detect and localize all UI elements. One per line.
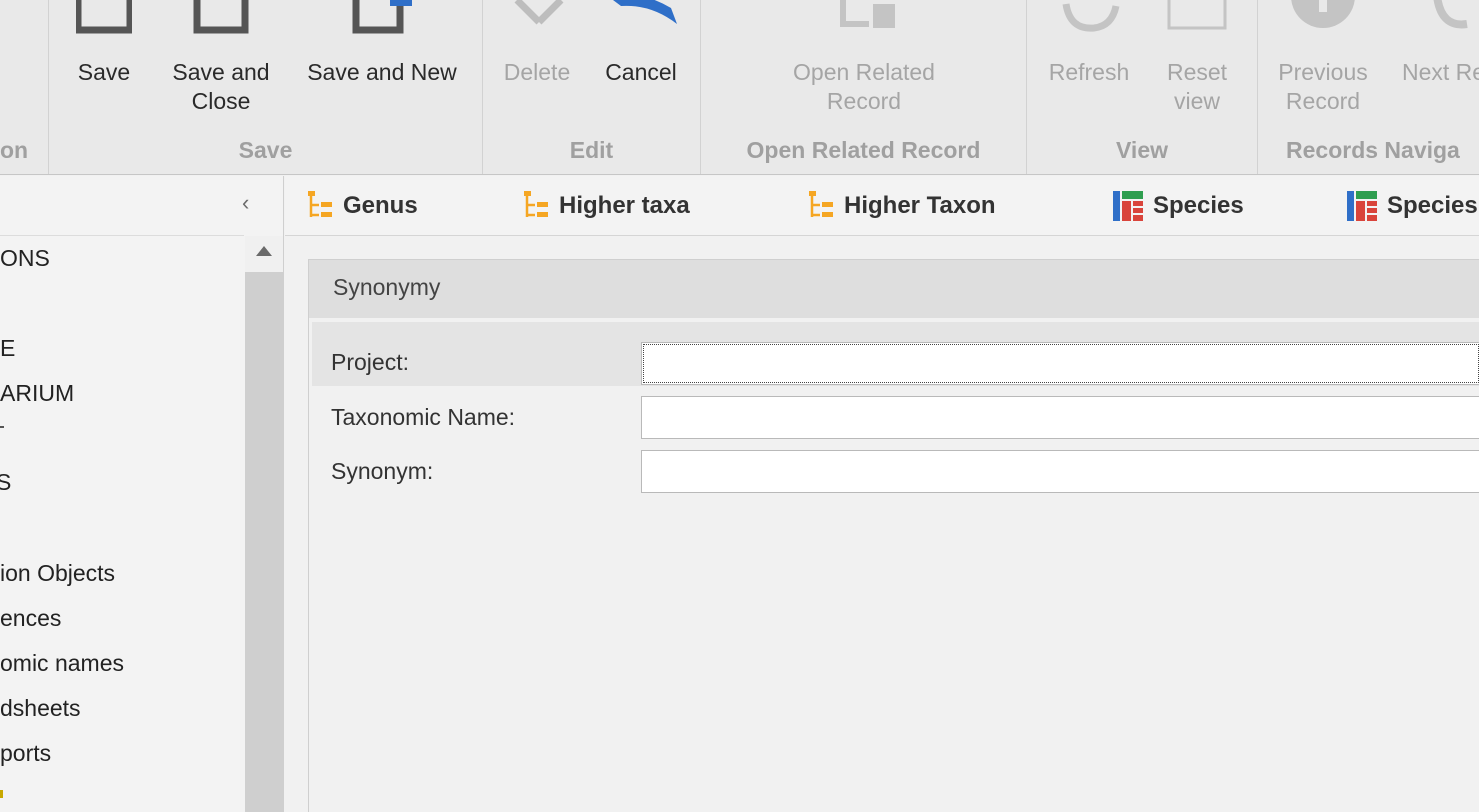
nav-item[interactable]: ports: [0, 740, 51, 767]
ribbon-group-view: Refresh Reset view View: [1027, 0, 1258, 174]
open-record-icon: [840, 0, 895, 28]
previous-record-button[interactable]: Previous Record: [1270, 0, 1376, 130]
tab-label: Higher taxa: [559, 192, 690, 219]
scrollbar-thumb[interactable]: [245, 272, 283, 812]
refresh-button[interactable]: Refresh: [1041, 0, 1137, 130]
ribbon-group-title: Edit: [569, 137, 614, 163]
taxonomy-tree-icon: [308, 191, 332, 217]
tab-label: Species: [1153, 192, 1244, 219]
tab-species-2[interactable]: Species: [1347, 188, 1478, 224]
refresh-label: Refresh: [1048, 59, 1130, 85]
save-icon: [76, 0, 132, 34]
ribbon-group-title: on: [0, 137, 29, 163]
ribbon-group-records-navigation: Previous Record Next Re Records Naviga: [1258, 0, 1479, 174]
synonym-label: Synonym:: [331, 458, 434, 484]
nav-item[interactable]: omic names: [0, 650, 124, 677]
ribbon: on Save Save and Close Save and New Save…: [0, 0, 1479, 175]
synonym-field[interactable]: [641, 450, 1479, 493]
tab-species[interactable]: Species: [1113, 188, 1244, 224]
save-and-close-button[interactable]: Save and Close: [161, 0, 281, 130]
open-related-record-button[interactable]: Open Related Record: [771, 0, 957, 130]
cancel-button[interactable]: Cancel: [595, 0, 687, 130]
save-new-icon: [352, 0, 412, 34]
scroll-up-icon[interactable]: [256, 246, 272, 256]
nav-item-marker: [0, 790, 3, 798]
tab-label: Higher Taxon: [844, 192, 996, 219]
save-button[interactable]: Save: [63, 0, 145, 130]
open-related-record-label: Open Related Record: [793, 59, 935, 114]
ribbon-group-save: Save Save and Close Save and New Save: [49, 0, 483, 174]
tab-label: Genus: [343, 192, 418, 219]
ribbon-group-title: View: [1116, 137, 1168, 163]
save-and-close-label: Save and Close: [172, 59, 270, 114]
project-label: Project:: [331, 349, 409, 375]
panel-title: Synonymy: [309, 260, 1479, 318]
next-record-label: Next Re: [1402, 59, 1479, 85]
nav-item[interactable]: ences: [0, 605, 61, 632]
undo-arrow-icon: [613, 0, 677, 24]
save-and-new-button[interactable]: Save and New: [301, 0, 463, 130]
previous-record-label: Previous Record: [1278, 59, 1368, 114]
ribbon-group-title: Open Related Record: [746, 137, 981, 163]
nav-item[interactable]: ARIUM: [0, 380, 74, 407]
synonymy-panel: Synonymy Project: Taxonomic Name: Synony…: [308, 259, 1479, 812]
cancel-label: Cancel: [605, 59, 677, 85]
nav-item[interactable]: S: [0, 469, 11, 496]
previous-record-icon: [1291, 0, 1355, 28]
taxonomic-name-label: Taxonomic Name:: [331, 404, 516, 430]
save-label: Save: [77, 59, 131, 85]
refresh-icon: [1062, 3, 1120, 32]
ribbon-group-title: Records Naviga: [1286, 137, 1460, 163]
next-record-button[interactable]: Next Re: [1390, 0, 1479, 130]
save-close-icon: [193, 0, 249, 34]
taxonomy-tree-icon: [809, 191, 833, 217]
collapse-pane-icon[interactable]: ‹: [242, 190, 249, 216]
species-grid-icon: [1113, 191, 1143, 221]
delete-label: Delete: [503, 59, 571, 85]
nav-item[interactable]: dsheets: [0, 695, 81, 722]
reset-view-label: Reset view: [1166, 59, 1228, 114]
save-and-new-label: Save and New: [307, 59, 457, 85]
taxonomy-tree-icon: [524, 191, 548, 217]
ribbon-group-open-related-record: Open Related Record Open Related Record: [701, 0, 1027, 174]
tab-higher-taxon[interactable]: Higher Taxon: [808, 188, 996, 224]
tab-higher-taxa[interactable]: Higher taxa: [523, 188, 690, 224]
ribbon-group-edit: Delete Cancel Edit: [483, 0, 701, 174]
next-record-icon: [1433, 0, 1468, 29]
ribbon-group-title: Save: [238, 137, 293, 163]
delete-button[interactable]: Delete: [493, 0, 581, 130]
nav-item[interactable]: ion Objects: [0, 560, 115, 587]
divider: [0, 235, 244, 236]
tab-genus[interactable]: Genus: [307, 188, 418, 224]
document-tabs: Genus Higher taxa Higher Taxon Species S…: [285, 176, 1479, 236]
project-field[interactable]: [641, 342, 1479, 385]
nav-item-fragment[interactable]: [0, 426, 4, 428]
reset-view-icon: [1167, 0, 1227, 30]
tab-label: Species: [1387, 192, 1478, 219]
taxonomic-name-field[interactable]: [641, 396, 1479, 439]
reset-view-button[interactable]: Reset view: [1151, 0, 1243, 130]
nav-item[interactable]: ONS: [0, 245, 50, 272]
species-grid-icon: [1347, 191, 1377, 221]
ribbon-group-navigation: on: [0, 0, 49, 174]
delete-icon: [514, 0, 564, 25]
nav-item[interactable]: E: [0, 335, 15, 362]
